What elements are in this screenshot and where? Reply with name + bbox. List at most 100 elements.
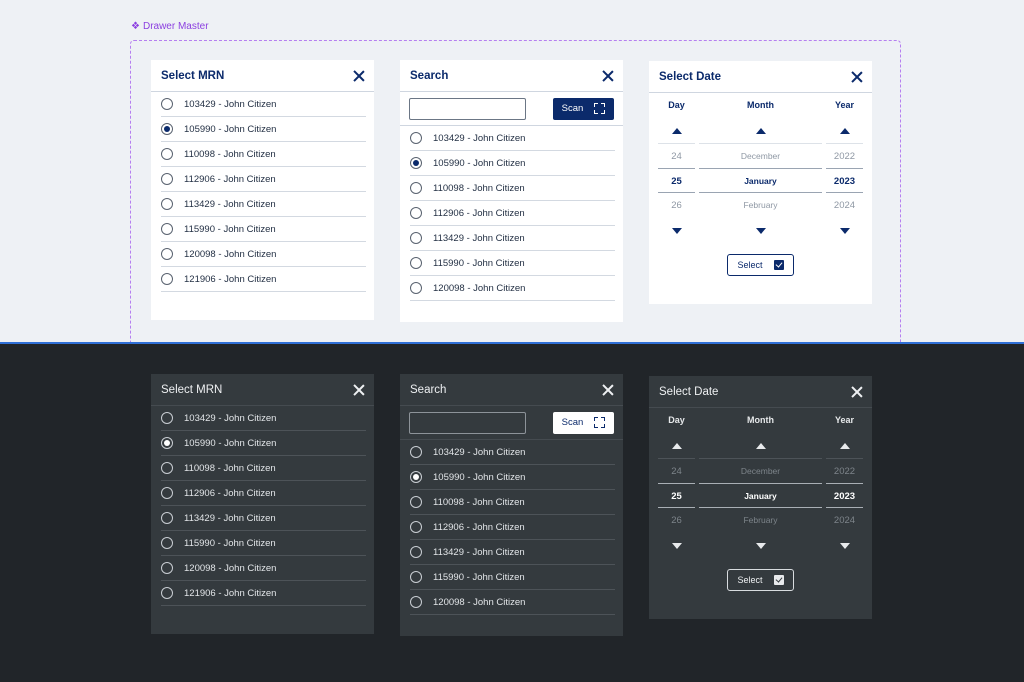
list-item[interactable]: 120098 - John Citizen [410, 590, 615, 615]
radio-button[interactable] [410, 232, 422, 244]
list-item[interactable]: 121906 - John Citizen [161, 581, 366, 606]
list-item[interactable]: 113429 - John Citizen [161, 506, 366, 531]
radio-button[interactable] [410, 596, 422, 608]
list-item[interactable]: 120098 - John Citizen [410, 276, 615, 301]
list-item[interactable]: 113429 - John Citizen [161, 192, 366, 217]
radio-button[interactable] [410, 446, 422, 458]
radio-button[interactable] [161, 148, 173, 160]
month-column: Month December January February [699, 93, 822, 243]
day-up-button[interactable] [658, 118, 695, 143]
radio-button[interactable] [410, 257, 422, 269]
list-item[interactable]: 120098 - John Citizen [161, 242, 366, 267]
day-up-button[interactable] [658, 433, 695, 458]
radio-button[interactable] [410, 521, 422, 533]
radio-button[interactable] [161, 223, 173, 235]
month-next-value[interactable]: February [699, 508, 822, 533]
list-item[interactable]: 110098 - John Citizen [410, 176, 615, 201]
radio-button[interactable] [161, 437, 173, 449]
radio-button[interactable] [410, 496, 422, 508]
radio-button[interactable] [410, 207, 422, 219]
radio-button[interactable] [161, 123, 173, 135]
radio-button[interactable] [410, 182, 422, 194]
close-icon[interactable] [352, 383, 366, 397]
list-item[interactable]: 112906 - John Citizen [410, 201, 615, 226]
year-up-button[interactable] [826, 433, 863, 458]
year-up-button[interactable] [826, 118, 863, 143]
radio-button[interactable] [410, 571, 422, 583]
radio-button[interactable] [410, 157, 422, 169]
list-item[interactable]: 112906 - John Citizen [161, 481, 366, 506]
close-icon[interactable] [850, 385, 864, 399]
list-item[interactable]: 105990 - John Citizen [161, 117, 366, 142]
list-item[interactable]: 113429 - John Citizen [410, 226, 615, 251]
month-down-button[interactable] [699, 218, 822, 243]
list-item[interactable]: 113429 - John Citizen [410, 540, 615, 565]
radio-button[interactable] [161, 537, 173, 549]
radio-button[interactable] [161, 198, 173, 210]
radio-button[interactable] [161, 587, 173, 599]
month-up-button[interactable] [699, 118, 822, 143]
year-prev-value[interactable]: 2022 [826, 458, 863, 483]
close-icon[interactable] [601, 69, 615, 83]
radio-button[interactable] [161, 412, 173, 424]
list-item[interactable]: 115990 - John Citizen [410, 565, 615, 590]
select-date-button[interactable]: Select [727, 254, 794, 276]
day-next-value[interactable]: 26 [658, 508, 695, 533]
radio-button[interactable] [161, 248, 173, 260]
list-item[interactable]: 120098 - John Citizen [161, 556, 366, 581]
search-drawer-light: Search Scan 103429 - John Citizen 105990 … [400, 60, 623, 322]
list-item[interactable]: 112906 - John Citizen [410, 515, 615, 540]
radio-button[interactable] [161, 462, 173, 474]
month-selected-value: January [699, 483, 822, 508]
day-prev-value[interactable]: 24 [658, 458, 695, 483]
year-prev-value[interactable]: 2022 [826, 143, 863, 168]
select-date-button[interactable]: Select [727, 569, 794, 591]
day-prev-value[interactable]: 24 [658, 143, 695, 168]
radio-button[interactable] [161, 273, 173, 285]
list-item[interactable]: 103429 - John Citizen [161, 406, 366, 431]
radio-button[interactable] [161, 98, 173, 110]
list-item[interactable]: 121906 - John Citizen [161, 267, 366, 292]
scan-button[interactable]: Scan [553, 97, 614, 120]
radio-button[interactable] [410, 282, 422, 294]
day-next-value[interactable]: 26 [658, 193, 695, 218]
list-item[interactable]: 110098 - John Citizen [410, 490, 615, 515]
list-item[interactable]: 105990 - John Citizen [161, 431, 366, 456]
list-item[interactable]: 105990 - John Citizen [410, 151, 615, 176]
month-up-button[interactable] [699, 433, 822, 458]
list-item[interactable]: 103429 - John Citizen [410, 440, 615, 465]
list-item[interactable]: 112906 - John Citizen [161, 167, 366, 192]
list-item[interactable]: 105990 - John Citizen [410, 465, 615, 490]
radio-button[interactable] [161, 173, 173, 185]
list-item[interactable]: 103429 - John Citizen [410, 126, 615, 151]
list-item[interactable]: 115990 - John Citizen [161, 531, 366, 556]
year-next-value[interactable]: 2024 [826, 193, 863, 218]
list-item[interactable]: 115990 - John Citizen [161, 217, 366, 242]
day-down-button[interactable] [658, 218, 695, 243]
month-next-value[interactable]: February [699, 193, 822, 218]
close-icon[interactable] [850, 70, 864, 84]
day-down-button[interactable] [658, 533, 695, 558]
year-down-button[interactable] [826, 218, 863, 243]
close-icon[interactable] [352, 69, 366, 83]
month-prev-value[interactable]: December [699, 143, 822, 168]
list-item[interactable]: 110098 - John Citizen [161, 142, 366, 167]
search-input[interactable] [409, 97, 526, 120]
radio-button[interactable] [410, 471, 422, 483]
month-prev-value[interactable]: December [699, 458, 822, 483]
caret-up-icon [755, 127, 766, 134]
scan-button[interactable]: Scan [553, 411, 614, 434]
list-item[interactable]: 103429 - John Citizen [161, 92, 366, 117]
radio-button[interactable] [161, 562, 173, 574]
radio-button[interactable] [410, 546, 422, 558]
year-next-value[interactable]: 2024 [826, 508, 863, 533]
list-item[interactable]: 110098 - John Citizen [161, 456, 366, 481]
year-down-button[interactable] [826, 533, 863, 558]
radio-button[interactable] [161, 512, 173, 524]
list-item[interactable]: 115990 - John Citizen [410, 251, 615, 276]
month-down-button[interactable] [699, 533, 822, 558]
search-input[interactable] [409, 411, 526, 434]
close-icon[interactable] [601, 383, 615, 397]
radio-button[interactable] [410, 132, 422, 144]
radio-button[interactable] [161, 487, 173, 499]
